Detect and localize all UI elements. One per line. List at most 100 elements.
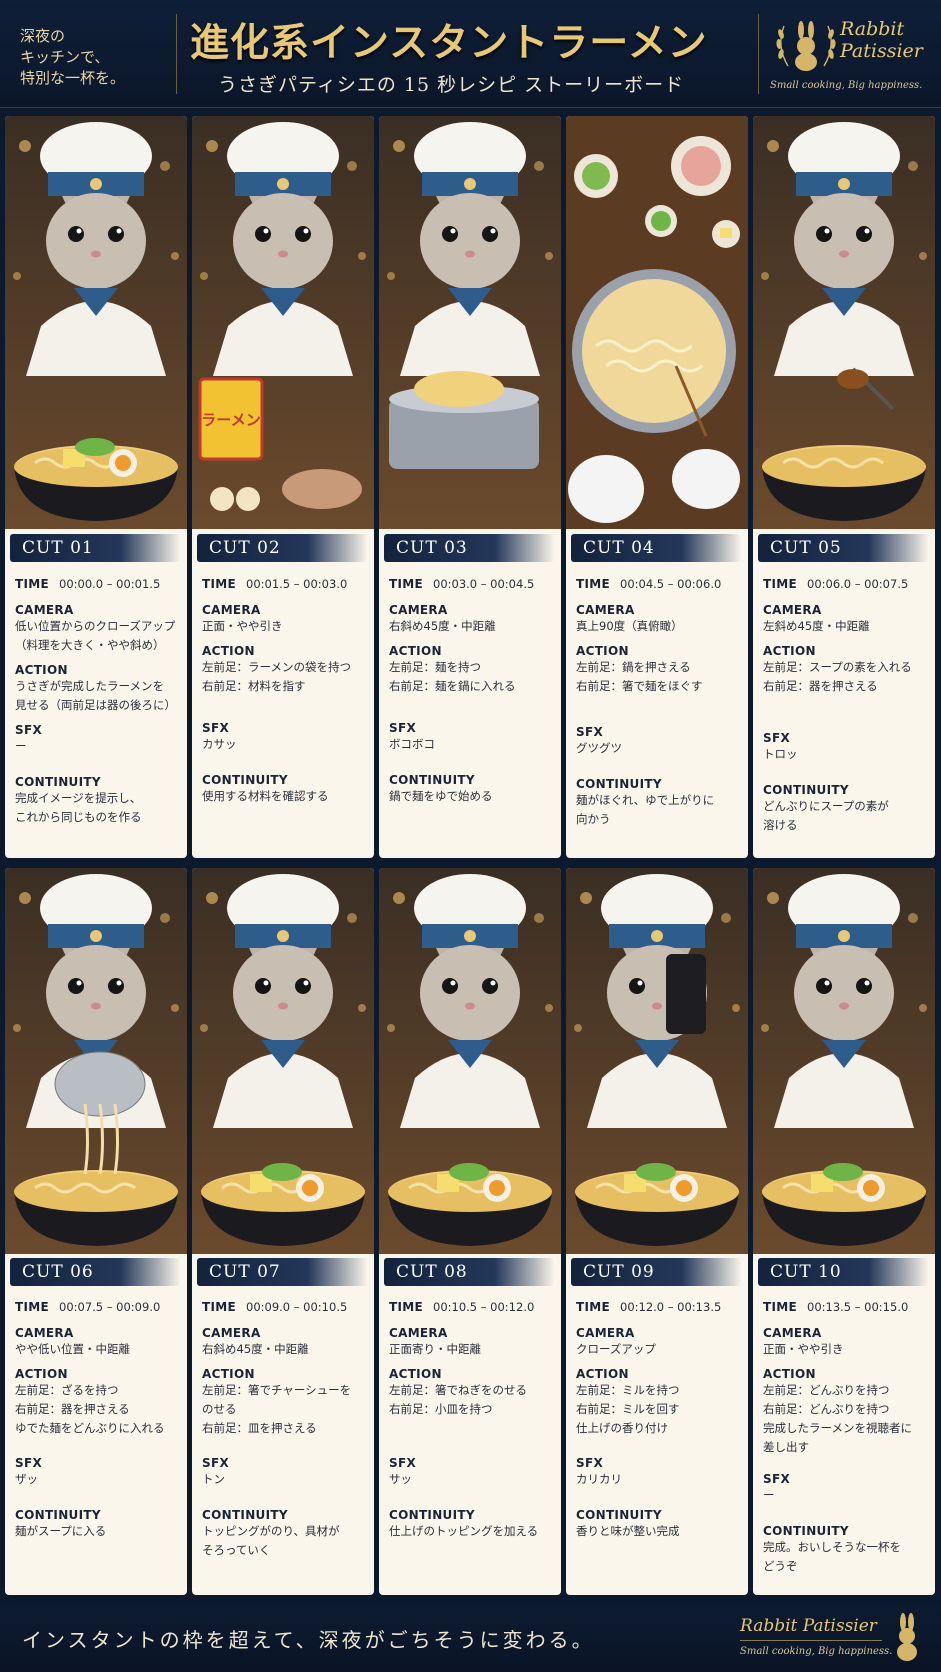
svg-text:ラーメン: ラーメン: [201, 411, 260, 429]
header-banner: 深夜の キッチンで、 特別な一杯を。 進化系インスタントラーメン うさぎパティシ…: [0, 0, 941, 108]
time-value: 00:10.5 – 00:12.0: [433, 1300, 535, 1314]
cut-label: CUT 02: [197, 534, 367, 562]
brand-slogan: Small cooking, Big happiness.: [770, 80, 923, 91]
action-block: ACTION 左前足：どんぶりを持つ 右前足：どんぶりを持つ 完成したラーメンを…: [763, 1367, 931, 1457]
camera-value: 低い位置からのクローズアップ （料理を大きく・やや斜め）: [15, 619, 176, 652]
cut-label: CUT 05: [758, 534, 928, 562]
continuity-block: CONTINUITY 使用する材料を確認する: [202, 773, 329, 806]
camera-block: CAMERA 右斜め45度・中距離: [202, 1326, 370, 1359]
sfx-block: SFX ザッ: [15, 1456, 42, 1489]
scene-illustration: [5, 116, 187, 529]
time-label: TIME: [15, 577, 49, 591]
camera-block: CAMERA やや低い位置・中距離: [15, 1326, 183, 1359]
continuity-block: CONTINUITY 鍋で麺をゆで始める: [389, 773, 493, 806]
cut-card-03: CUT 03 TIME 00:03.0 – 00:04.5 CAMERA 右斜め…: [379, 116, 561, 858]
cut-label: CUT 09: [571, 1258, 741, 1286]
time-row: TIME 00:03.0 – 00:04.5: [389, 573, 557, 595]
continuity-block: CONTINUITY 麺がスープに入る: [15, 1508, 106, 1541]
sfx-value: トロッ: [763, 747, 798, 761]
continuity-label: CONTINUITY: [389, 1508, 475, 1522]
time-label: TIME: [202, 577, 236, 591]
continuity-label: CONTINUITY: [576, 777, 662, 791]
sfx-block: SFX カリカリ: [576, 1456, 622, 1489]
camera-label: CAMERA: [576, 1326, 635, 1340]
laurel-bunny-icon: [776, 21, 836, 71]
continuity-label: CONTINUITY: [15, 1508, 101, 1522]
scene-illustration: [379, 868, 561, 1254]
time-label: TIME: [763, 577, 797, 591]
time-value: 00:12.0 – 00:13.5: [620, 1300, 722, 1314]
camera-value: やや低い位置・中距離: [15, 1342, 130, 1356]
action-block: ACTION 左前足：箸でチャーシューを のせる 右前足：皿を押さえる: [202, 1367, 370, 1438]
camera-label: CAMERA: [15, 1326, 74, 1340]
action-value: 左前足：鍋を押さえる 右前足：箸で麺をほぐす: [576, 660, 703, 693]
time-row: TIME 00:12.0 – 00:13.5: [576, 1296, 744, 1318]
time-value: 00:09.0 – 00:10.5: [246, 1300, 348, 1314]
time-row: TIME 00:06.0 – 00:07.5: [763, 573, 931, 595]
camera-block: CAMERA クローズアップ: [576, 1326, 744, 1359]
cut-card-05: CUT 05 TIME 00:06.0 – 00:07.5 CAMERA 左斜め…: [753, 116, 935, 858]
camera-value: クローズアップ: [576, 1342, 656, 1356]
cut-label: CUT 10: [758, 1258, 928, 1286]
continuity-block: CONTINUITY トッピングがのり、具材が そろっていく: [202, 1508, 340, 1560]
sfx-value: サッ: [389, 1472, 412, 1486]
scene-illustration: [753, 116, 935, 529]
sfx-block: SFX グツグツ: [576, 725, 622, 758]
sfx-block: SFX サッ: [389, 1456, 416, 1489]
camera-block: CAMERA 右斜め45度・中距離: [389, 603, 557, 636]
scene-illustration: ラーメン: [192, 116, 374, 529]
action-value: 左前足：ラーメンの袋を持つ 右前足：材料を指す: [202, 660, 352, 693]
continuity-block: CONTINUITY 仕上げのトッピングを加える: [389, 1508, 538, 1541]
time-label: TIME: [389, 1300, 423, 1314]
continuity-label: CONTINUITY: [15, 775, 101, 789]
cut-spec: TIME 00:10.5 – 00:12.0 CAMERA 正面寄り・中距離 A…: [389, 1296, 557, 1538]
time-row: TIME 00:00.0 – 00:01.5: [15, 573, 183, 595]
continuity-block: CONTINUITY 完成イメージを提示し、 これから同じものを作る: [15, 775, 142, 827]
action-label: ACTION: [576, 644, 629, 658]
action-label: ACTION: [202, 1367, 255, 1381]
action-label: ACTION: [763, 1367, 816, 1381]
camera-block: CAMERA 正面・やや引き: [202, 603, 370, 636]
action-block: ACTION うさぎが完成したラーメンを 見せる（両前足は器の後ろに）: [15, 663, 183, 715]
action-block: ACTION 左前足：ミルを持つ 右前足：ミルを回す 仕上げの香り付け: [576, 1367, 744, 1438]
camera-block: CAMERA 左斜め45度・中距離: [763, 603, 931, 636]
time-label: TIME: [763, 1300, 797, 1314]
camera-label: CAMERA: [576, 603, 635, 617]
camera-label: CAMERA: [15, 603, 74, 617]
time-row: TIME 00:10.5 – 00:12.0: [389, 1296, 557, 1318]
camera-value: 正面寄り・中距離: [389, 1342, 481, 1356]
action-label: ACTION: [763, 644, 816, 658]
action-label: ACTION: [389, 1367, 442, 1381]
scene-illustration: [5, 868, 187, 1254]
action-value: 左前足：どんぶりを持つ 右前足：どんぶりを持つ 完成したラーメンを視聴者に 差し…: [763, 1383, 913, 1454]
time-row: TIME 00:09.0 – 00:10.5: [202, 1296, 370, 1318]
action-block: ACTION 左前足：ざるを持つ 右前足：器を押さえる ゆでた麺をどんぶりに入れ…: [15, 1367, 183, 1438]
cut-spec: TIME 00:09.0 – 00:10.5 CAMERA 右斜め45度・中距離…: [202, 1296, 370, 1557]
sfx-value: ボコボコ: [389, 737, 435, 751]
cut-spec: TIME 00:01.5 – 00:03.0 CAMERA 正面・やや引き AC…: [202, 573, 370, 803]
header-divider-left: [176, 14, 177, 94]
bunny-icon: [897, 1613, 917, 1661]
camera-value: 右斜め45度・中距離: [389, 619, 496, 633]
camera-label: CAMERA: [763, 603, 822, 617]
sfx-block: SFX トロッ: [763, 731, 798, 764]
cut-label: CUT 06: [10, 1258, 180, 1286]
cut-spec: TIME 00:00.0 – 00:01.5 CAMERA 低い位置からのクロー…: [15, 573, 183, 824]
sfx-label: SFX: [576, 725, 603, 739]
camera-value: 右斜め45度・中距離: [202, 1342, 309, 1356]
action-value: 左前足：スープの素を入れる 右前足：器を押さえる: [763, 660, 912, 693]
sfx-value: ー: [763, 1488, 775, 1502]
continuity-value: 麺がほぐれ、ゆで上がりに 向かう: [576, 793, 715, 826]
continuity-value: 麺がスープに入る: [15, 1524, 107, 1538]
sfx-value: カリカリ: [576, 1472, 622, 1486]
continuity-block: CONTINUITY 麺がほぐれ、ゆで上がりに 向かう: [576, 777, 714, 829]
time-label: TIME: [389, 577, 423, 591]
camera-value: 左斜め45度・中距離: [763, 619, 870, 633]
cut-card-07: CUT 07 TIME 00:09.0 – 00:10.5 CAMERA 右斜め…: [192, 868, 374, 1595]
sfx-label: SFX: [202, 721, 229, 735]
action-value: うさぎが完成したラーメンを 見せる（両前足は器の後ろに）: [15, 679, 176, 712]
time-label: TIME: [202, 1300, 236, 1314]
sfx-value: ザッ: [15, 1472, 38, 1486]
time-value: 00:04.5 – 00:06.0: [620, 577, 722, 591]
sfx-label: SFX: [763, 1472, 790, 1486]
